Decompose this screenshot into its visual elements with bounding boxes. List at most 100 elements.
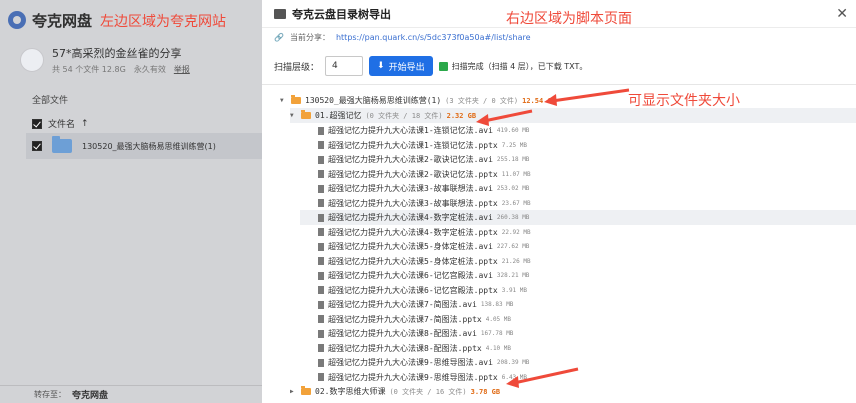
file-size: 4.05 MB <box>485 315 512 323</box>
file-size: 328.21 MB <box>496 272 530 279</box>
save-label: 转存至： <box>34 390 66 399</box>
tree-subfolder[interactable]: ▼ 01.超强记忆 (0 文件夹 / 18 文件) 2.32 GB <box>290 108 856 123</box>
file-icon <box>318 286 324 294</box>
tree-file[interactable]: 超强记忆力提升九大心法课6-记忆宫殿法.pptx 3.91 MB <box>300 283 527 298</box>
file-icon <box>318 242 324 251</box>
file-size: 419.60 MB <box>496 127 530 134</box>
file-checkbox[interactable] <box>32 141 42 151</box>
start-export-label: 开始导出 <box>388 62 425 73</box>
status-text: 扫描完成（扫描 4 层），已下载 TXT。 <box>451 61 588 71</box>
tree-file[interactable]: 超强记忆力提升九大心法课2-歌诀记忆法.avi 255.18 MB <box>300 152 529 167</box>
folder-name: 01.超强记忆 <box>315 111 362 120</box>
file-size: 23.67 MB <box>501 199 531 207</box>
scan-depth-label: 扫描层级： <box>274 62 320 73</box>
share-url[interactable]: https://pan.quark.cn/s/5dc373f0a50a#/lis… <box>336 33 531 42</box>
folder-icon <box>52 136 72 153</box>
tree-root[interactable]: ▼ 130520_最强大脑杨易思维训练营(1) (3 文件夹 / 0 文件) 1… <box>280 93 556 108</box>
file-row[interactable]: 130520_最强大脑杨易思维训练营(1) <box>26 133 262 159</box>
file-name: 超强记忆力提升九大心法课3-故事联想法.avi <box>328 184 493 193</box>
folder-counts: (3 文件夹 / 0 文件) <box>445 96 519 105</box>
file-icon <box>318 315 324 323</box>
file-size: 4.10 MB <box>485 344 512 352</box>
tree-file[interactable]: 超强记忆力提升九大心法课1-连锁记忆法.pptx 7.25 MB <box>300 138 527 153</box>
file-icon <box>318 184 324 193</box>
file-name: 超强记忆力提升九大心法课7-简图法.avi <box>328 300 477 309</box>
expand-icon[interactable]: ▼ <box>290 112 297 119</box>
file-name: 超强记忆力提升九大心法课1-连锁记忆法.avi <box>328 126 493 135</box>
share-meta: 共 54 个文件 12.8G <box>52 65 126 74</box>
folder-size: 3.78 GB <box>470 387 501 396</box>
file-size: 22.92 MB <box>501 228 531 236</box>
select-all-checkbox[interactable] <box>32 118 42 129</box>
file-icon <box>318 228 324 236</box>
tree-file[interactable]: 超强记忆力提升九大心法课3-故事联想法.avi 253.02 MB <box>300 181 529 196</box>
scan-depth-input[interactable]: 4 <box>325 56 364 76</box>
file-icon <box>318 329 324 338</box>
panel-title: 夸克云盘目录树导出 <box>292 7 391 21</box>
folder-name: 02.数字思维大师课 <box>315 387 386 396</box>
scan-controls: 扫描层级： 4 ⬇ 开始导出 扫描完成（扫描 4 层），已下载 TXT。 <box>274 56 587 76</box>
tree-file[interactable]: 超强记忆力提升九大心法课8-配图法.avi 167.78 MB <box>300 326 513 341</box>
current-share: 🔗 当前分享： https://pan.quark.cn/s/5dc373f0a… <box>274 32 531 43</box>
size-annotation: 可显示文件夹大小 <box>628 93 740 109</box>
breadcrumb-all-files[interactable]: 全部文件 <box>32 93 68 106</box>
arrow-icon <box>506 367 579 388</box>
quark-logo-icon <box>8 11 26 29</box>
tree-file[interactable]: 超强记忆力提升九大心法课5-身体定桩法.avi 227.62 MB <box>300 239 529 254</box>
file-size: 21.26 MB <box>501 257 531 265</box>
quark-site-area: 夸克网盘 左边区域为夸克网站 57*高采烈的金丝雀的分享 共 54 个文件 12… <box>0 0 262 403</box>
folder-icon <box>301 386 311 395</box>
folder-icon <box>301 110 311 119</box>
file-name: 超强记忆力提升九大心法课1-连锁记忆法.pptx <box>328 140 498 150</box>
file-name: 超强记忆力提升九大心法课8-配图法.avi <box>328 329 477 338</box>
start-export-button[interactable]: ⬇ 开始导出 <box>369 56 433 76</box>
file-size: 253.02 MB <box>496 185 530 192</box>
share-expiry: 永久有效 <box>133 65 166 74</box>
file-name: 超强记忆力提升九大心法课5-身体定桩法.pptx <box>328 256 498 266</box>
file-name: 超强记忆力提升九大心法课5-身体定桩法.avi <box>328 242 493 251</box>
tree-file[interactable]: 超强记忆力提升九大心法课9-思维导图法.pptx 6.43 MB <box>300 370 527 385</box>
save-target[interactable]: 夸克网盘 <box>72 388 108 401</box>
expand-icon[interactable]: ▶ <box>290 388 297 395</box>
close-icon[interactable]: ✕ <box>836 6 848 22</box>
tree-file[interactable]: 超强记忆力提升九大心法课4-数字定桩法.pptx 22.92 MB <box>300 225 531 240</box>
file-icon <box>318 199 324 207</box>
expand-icon[interactable]: ▼ <box>280 97 287 104</box>
play-icon: ⬇ <box>377 61 385 71</box>
folder-counts: (0 文件夹 / 16 文件) <box>389 387 467 396</box>
file-list-header: 文件名 ↑ <box>32 117 89 130</box>
arrow-icon <box>544 88 630 106</box>
tree-file[interactable]: 超强记忆力提升九大心法课8-配图法.pptx 4.10 MB <box>300 341 511 356</box>
tree-file[interactable]: 超强记忆力提升九大心法课3-故事联想法.pptx 23.67 MB <box>300 196 531 211</box>
tree-file[interactable]: 超强记忆力提升九大心法课7-简图法.avi 138.83 MB <box>300 297 513 312</box>
file-size: 11.07 MB <box>501 170 531 178</box>
sort-icon[interactable]: ↑ <box>81 119 89 129</box>
file-name: 130520_最强大脑杨易思维训练营(1) <box>82 141 216 151</box>
tree-subfolder[interactable]: ▶ 02.数字思维大师课 (0 文件夹 / 16 文件) 3.78 GB <box>290 384 500 399</box>
divider <box>262 84 856 85</box>
file-size: 3.91 MB <box>501 286 528 294</box>
file-name: 超强记忆力提升九大心法课9-思维导图法.pptx <box>328 372 498 382</box>
tree-file[interactable]: 超强记忆力提升九大心法课4-数字定桩法.avi 260.38 MB <box>300 210 856 225</box>
file-name: 超强记忆力提升九大心法课3-故事联想法.pptx <box>328 198 498 208</box>
file-size: 208.39 MB <box>496 359 530 366</box>
header-filename[interactable]: 文件名 <box>48 117 75 130</box>
tree-file[interactable]: 超强记忆力提升九大心法课6-记忆宫殿法.avi 328.21 MB <box>300 268 529 283</box>
scan-status: 扫描完成（扫描 4 层），已下载 TXT。 <box>438 61 588 72</box>
tree-file[interactable]: 超强记忆力提升九大心法课5-身体定桩法.pptx 21.26 MB <box>300 254 531 269</box>
report-link[interactable]: 举报 <box>174 64 190 75</box>
file-icon <box>318 170 324 178</box>
tree-file[interactable]: 超强记忆力提升九大心法课2-歌诀记忆法.pptx 11.07 MB <box>300 167 531 182</box>
file-name: 超强记忆力提升九大心法课7-简图法.pptx <box>328 314 482 324</box>
right-annotation: 右边区域为脚本页面 <box>506 11 632 27</box>
file-icon <box>318 213 324 222</box>
file-size: 227.62 MB <box>496 243 530 250</box>
folder-counts: (0 文件夹 / 18 文件) <box>365 111 443 120</box>
tree-file[interactable]: 超强记忆力提升九大心法课9-思维导图法.avi 208.39 MB <box>300 355 529 370</box>
link-icon: 🔗 <box>274 33 284 42</box>
folder-name: 130520_最强大脑杨易思维训练营(1) <box>305 96 442 105</box>
tree-file[interactable]: 超强记忆力提升九大心法课7-简图法.pptx 4.05 MB <box>300 312 511 327</box>
save-bar: 转存至： 夸克网盘 <box>0 385 262 403</box>
export-icon <box>274 8 286 19</box>
file-icon <box>318 126 324 135</box>
